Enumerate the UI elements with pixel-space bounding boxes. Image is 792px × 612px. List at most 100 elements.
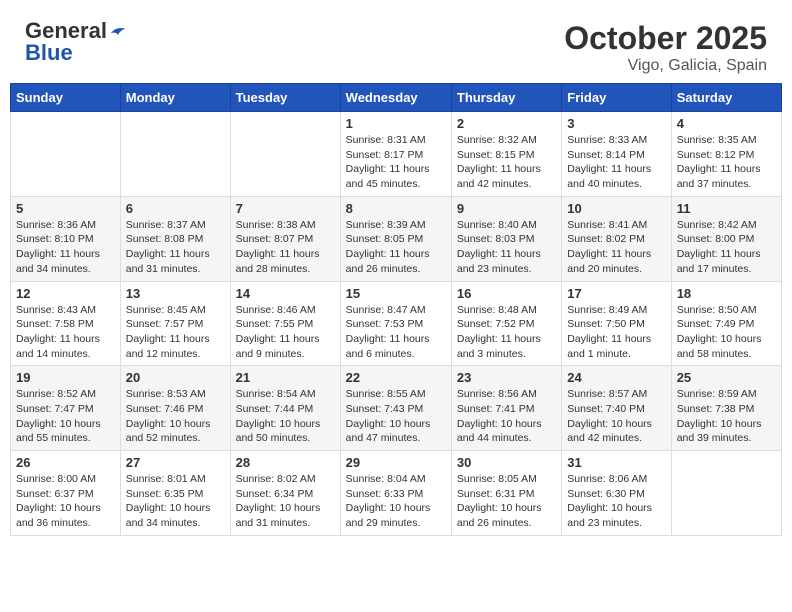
day-info: Sunrise: 8:38 AM Sunset: 8:07 PM Dayligh… [236, 218, 335, 277]
calendar-cell: 7 Sunrise: 8:38 AM Sunset: 8:07 PM Daylig… [230, 196, 340, 281]
day-number: 5 [16, 201, 115, 216]
day-number: 18 [677, 286, 776, 301]
day-info: Sunrise: 8:35 AM Sunset: 8:12 PM Dayligh… [677, 133, 776, 192]
calendar-cell: 11Sunrise: 8:42 AM Sunset: 8:00 PM Dayli… [671, 196, 781, 281]
calendar-cell: 29Sunrise: 8:04 AM Sunset: 6:33 PM Dayli… [340, 451, 451, 536]
calendar-cell: 21 Sunrise: 8:54 AM Sunset: 7:44 PM Dayli… [230, 366, 340, 451]
day-info: Sunrise: 8:50 AM Sunset: 7:49 PM Dayligh… [677, 303, 776, 362]
calendar-table: SundayMondayTuesdayWednesdayThursdayFrid… [10, 83, 782, 536]
day-number: 9 [457, 201, 556, 216]
weekday-header-sunday: Sunday [11, 84, 121, 112]
day-info: Sunrise: 8:37 AM Sunset: 8:08 PM Dayligh… [126, 218, 225, 277]
day-info: Sunrise: 8:52 AM Sunset: 7:47 PM Dayligh… [16, 387, 115, 446]
day-info: Sunrise: 8:00 AM Sunset: 6:37 PM Dayligh… [16, 472, 115, 531]
day-info: Sunrise: 8:05 AM Sunset: 6:31 PM Dayligh… [457, 472, 556, 531]
day-info: Sunrise: 8:43 AM Sunset: 7:58 PM Dayligh… [16, 303, 115, 362]
calendar-cell: 12 Sunrise: 8:43 AM Sunset: 7:58 PM Dayli… [11, 281, 121, 366]
calendar-week-row: 19 Sunrise: 8:52 AM Sunset: 7:47 PM Dayli… [11, 366, 782, 451]
day-number: 8 [346, 201, 446, 216]
calendar-cell: 14 Sunrise: 8:46 AM Sunset: 7:55 PM Dayli… [230, 281, 340, 366]
calendar-cell: 6 Sunrise: 8:37 AM Sunset: 8:08 PM Daylig… [120, 196, 230, 281]
calendar-cell [230, 112, 340, 197]
calendar-cell: 30 Sunrise: 8:05 AM Sunset: 6:31 PM Dayli… [451, 451, 561, 536]
day-number: 19 [16, 370, 115, 385]
day-info: Sunrise: 8:39 AM Sunset: 8:05 PM Dayligh… [346, 218, 446, 277]
day-info: Sunrise: 8:49 AM Sunset: 7:50 PM Dayligh… [567, 303, 665, 362]
day-number: 17 [567, 286, 665, 301]
day-number: 12 [16, 286, 115, 301]
day-number: 7 [236, 201, 335, 216]
day-number: 24 [567, 370, 665, 385]
calendar-cell: 5 Sunrise: 8:36 AM Sunset: 8:10 PM Daylig… [11, 196, 121, 281]
day-info: Sunrise: 8:02 AM Sunset: 6:34 PM Dayligh… [236, 472, 335, 531]
weekday-header-monday: Monday [120, 84, 230, 112]
calendar-cell: 18 Sunrise: 8:50 AM Sunset: 7:49 PM Dayli… [671, 281, 781, 366]
day-info: Sunrise: 8:47 AM Sunset: 7:53 PM Dayligh… [346, 303, 446, 362]
calendar-cell: 26 Sunrise: 8:00 AM Sunset: 6:37 PM Dayli… [11, 451, 121, 536]
day-number: 6 [126, 201, 225, 216]
day-number: 1 [346, 116, 446, 131]
day-info: Sunrise: 8:01 AM Sunset: 6:35 PM Dayligh… [126, 472, 225, 531]
weekday-header-saturday: Saturday [671, 84, 781, 112]
day-number: 27 [126, 455, 225, 470]
day-number: 21 [236, 370, 335, 385]
calendar-cell: 22 Sunrise: 8:55 AM Sunset: 7:43 PM Dayli… [340, 366, 451, 451]
day-number: 3 [567, 116, 665, 131]
calendar-cell: 20 Sunrise: 8:53 AM Sunset: 7:46 PM Dayli… [120, 366, 230, 451]
day-info: Sunrise: 8:55 AM Sunset: 7:43 PM Dayligh… [346, 387, 446, 446]
calendar-cell: 23Sunrise: 8:56 AM Sunset: 7:41 PM Dayli… [451, 366, 561, 451]
day-info: Sunrise: 8:33 AM Sunset: 8:14 PM Dayligh… [567, 133, 665, 192]
calendar-cell: 28Sunrise: 8:02 AM Sunset: 6:34 PM Dayli… [230, 451, 340, 536]
day-info: Sunrise: 8:36 AM Sunset: 8:10 PM Dayligh… [16, 218, 115, 277]
calendar-cell: 13 Sunrise: 8:45 AM Sunset: 7:57 PM Dayli… [120, 281, 230, 366]
day-info: Sunrise: 8:04 AM Sunset: 6:33 PM Dayligh… [346, 472, 446, 531]
day-number: 22 [346, 370, 446, 385]
day-info: Sunrise: 8:46 AM Sunset: 7:55 PM Dayligh… [236, 303, 335, 362]
calendar-cell: 8 Sunrise: 8:39 AM Sunset: 8:05 PM Daylig… [340, 196, 451, 281]
calendar-cell: 4 Sunrise: 8:35 AM Sunset: 8:12 PM Daylig… [671, 112, 781, 197]
day-info: Sunrise: 8:54 AM Sunset: 7:44 PM Dayligh… [236, 387, 335, 446]
day-number: 14 [236, 286, 335, 301]
day-info: Sunrise: 8:45 AM Sunset: 7:57 PM Dayligh… [126, 303, 225, 362]
calendar-week-row: 1 Sunrise: 8:31 AM Sunset: 8:17 PM Daylig… [11, 112, 782, 197]
day-info: Sunrise: 8:40 AM Sunset: 8:03 PM Dayligh… [457, 218, 556, 277]
day-number: 10 [567, 201, 665, 216]
day-number: 30 [457, 455, 556, 470]
day-number: 11 [677, 201, 776, 216]
logo-general-text: General [25, 20, 107, 42]
calendar-cell: 2 Sunrise: 8:32 AM Sunset: 8:15 PM Daylig… [451, 112, 561, 197]
day-number: 26 [16, 455, 115, 470]
calendar-cell: 27 Sunrise: 8:01 AM Sunset: 6:35 PM Dayli… [120, 451, 230, 536]
calendar-cell: 16 Sunrise: 8:48 AM Sunset: 7:52 PM Dayli… [451, 281, 561, 366]
day-info: Sunrise: 8:59 AM Sunset: 7:38 PM Dayligh… [677, 387, 776, 446]
logo-blue-text: Blue [25, 42, 73, 64]
day-number: 4 [677, 116, 776, 131]
title-block: October 2025 Vigo, Galicia, Spain [564, 20, 767, 75]
calendar-cell [11, 112, 121, 197]
calendar-cell [671, 451, 781, 536]
day-info: Sunrise: 8:31 AM Sunset: 8:17 PM Dayligh… [346, 133, 446, 192]
logo: General Blue [25, 20, 127, 64]
calendar-cell: 3 Sunrise: 8:33 AM Sunset: 8:14 PM Daylig… [562, 112, 671, 197]
calendar-cell: 17 Sunrise: 8:49 AM Sunset: 7:50 PM Dayli… [562, 281, 671, 366]
day-number: 13 [126, 286, 225, 301]
calendar-cell: 19 Sunrise: 8:52 AM Sunset: 7:47 PM Dayli… [11, 366, 121, 451]
day-info: Sunrise: 8:56 AM Sunset: 7:41 PM Dayligh… [457, 387, 556, 446]
weekday-header-tuesday: Tuesday [230, 84, 340, 112]
calendar-cell: 10 Sunrise: 8:41 AM Sunset: 8:02 PM Dayli… [562, 196, 671, 281]
day-number: 16 [457, 286, 556, 301]
calendar-cell: 1 Sunrise: 8:31 AM Sunset: 8:17 PM Daylig… [340, 112, 451, 197]
calendar-cell: 31Sunrise: 8:06 AM Sunset: 6:30 PM Dayli… [562, 451, 671, 536]
weekday-header-thursday: Thursday [451, 84, 561, 112]
day-number: 2 [457, 116, 556, 131]
weekday-header-wednesday: Wednesday [340, 84, 451, 112]
day-info: Sunrise: 8:48 AM Sunset: 7:52 PM Dayligh… [457, 303, 556, 362]
calendar-week-row: 5 Sunrise: 8:36 AM Sunset: 8:10 PM Daylig… [11, 196, 782, 281]
calendar-week-row: 26 Sunrise: 8:00 AM Sunset: 6:37 PM Dayli… [11, 451, 782, 536]
day-info: Sunrise: 8:32 AM Sunset: 8:15 PM Dayligh… [457, 133, 556, 192]
day-info: Sunrise: 8:41 AM Sunset: 8:02 PM Dayligh… [567, 218, 665, 277]
calendar-cell: 24Sunrise: 8:57 AM Sunset: 7:40 PM Dayli… [562, 366, 671, 451]
day-number: 20 [126, 370, 225, 385]
day-info: Sunrise: 8:53 AM Sunset: 7:46 PM Dayligh… [126, 387, 225, 446]
day-number: 25 [677, 370, 776, 385]
